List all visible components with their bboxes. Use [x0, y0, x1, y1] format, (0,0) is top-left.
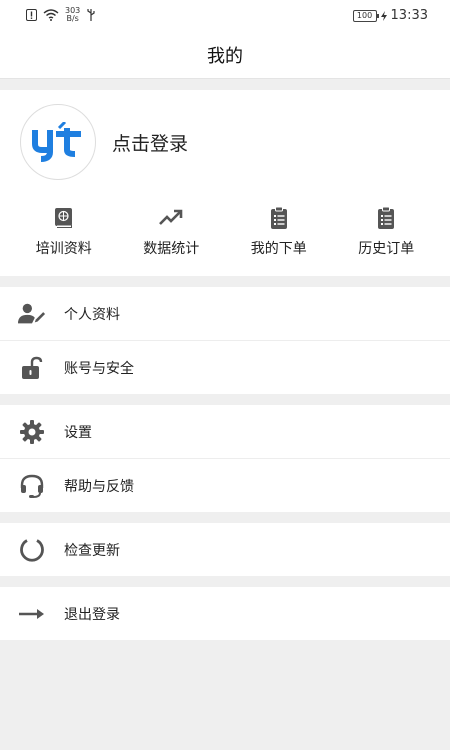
alert-icon — [26, 9, 37, 21]
clipboard-list-icon — [270, 206, 287, 229]
avatar[interactable] — [20, 104, 96, 180]
user-edit-icon — [18, 300, 46, 328]
refresh-circle-icon — [18, 536, 46, 564]
login-prompt[interactable]: 点击登录 — [112, 129, 188, 156]
status-time: 13:33 — [390, 8, 428, 23]
arrow-right-icon — [18, 600, 46, 628]
login-row[interactable]: 点击登录 — [0, 90, 450, 194]
quick-actions: 培训资料 数据统计 我的下单 历史订单 — [0, 194, 450, 258]
trending-up-icon — [159, 209, 183, 225]
charging-icon — [380, 10, 387, 21]
quick-my-orders[interactable]: 我的下单 — [229, 206, 329, 258]
menu-logout[interactable]: 退出登录 — [0, 587, 450, 640]
menu-group-settings: 设置 帮助与反馈 — [0, 405, 450, 512]
profile-card: 点击登录 培训资料 数据统计 我的下单 历史订单 — [0, 90, 450, 276]
menu-account-security[interactable]: 账号与安全 — [0, 341, 450, 394]
battery-indicator: 100 — [352, 9, 379, 22]
quick-data-statistics[interactable]: 数据统计 — [121, 206, 221, 258]
unlock-icon — [18, 354, 46, 382]
gear-icon — [18, 418, 46, 446]
usb-icon — [87, 9, 95, 21]
network-speed: 303 B/s — [65, 6, 81, 23]
quick-order-history[interactable]: 历史订单 — [336, 206, 436, 258]
menu-group-account: 个人资料 账号与安全 — [0, 287, 450, 394]
book-icon — [54, 208, 72, 228]
menu-check-update[interactable]: 检查更新 — [0, 523, 450, 576]
menu-help-feedback[interactable]: 帮助与反馈 — [0, 459, 450, 512]
menu-group-update: 检查更新 — [0, 523, 450, 576]
menu-personal-info[interactable]: 个人资料 — [0, 287, 450, 341]
yt-logo — [32, 122, 81, 162]
quick-training-materials[interactable]: 培训资料 — [14, 206, 114, 258]
menu-group-logout: 退出登录 — [0, 587, 450, 640]
headset-icon — [18, 472, 46, 500]
status-bar: 303 B/s 100 13:33 — [0, 0, 450, 32]
menu-settings[interactable]: 设置 — [0, 405, 450, 459]
clipboard-list-icon — [378, 206, 395, 229]
page-title: 我的 — [0, 32, 450, 79]
wifi-icon — [43, 9, 59, 21]
